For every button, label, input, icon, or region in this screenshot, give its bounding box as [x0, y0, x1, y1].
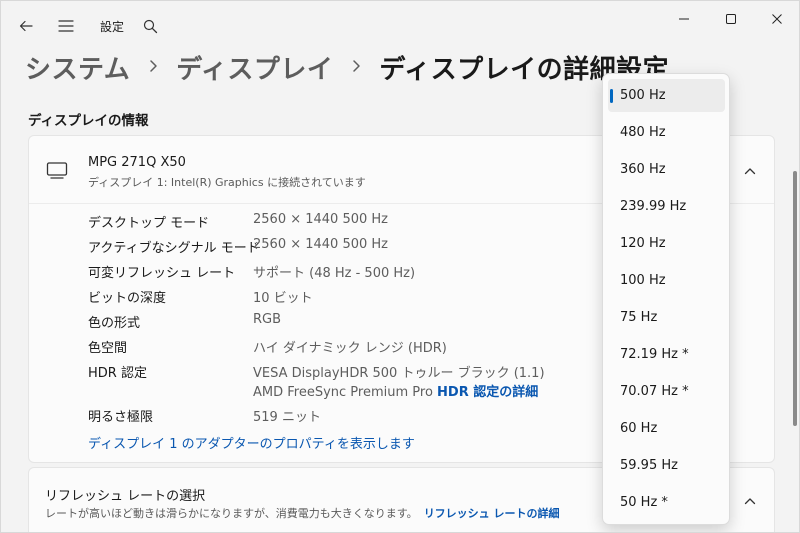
option-label: 59.95 Hz: [620, 458, 678, 473]
property-label: ビットの深度: [88, 291, 167, 306]
option-label: 70.07 Hz *: [620, 384, 689, 399]
close-button[interactable]: [754, 5, 799, 33]
refresh-rate-option-500[interactable]: 500 Hz: [608, 79, 725, 112]
chevron-up-icon: [744, 168, 756, 175]
property-value: 519 ニット: [253, 410, 321, 425]
maximize-icon: [726, 14, 736, 24]
property-value: VESA DisplayHDR 500 トゥルー ブラック (1.1): [253, 366, 545, 381]
search-button[interactable]: [139, 13, 161, 39]
breadcrumb-display[interactable]: ディスプレイ: [176, 49, 333, 86]
property-value: ハイ ダイナミック レンジ (HDR): [253, 341, 447, 356]
refresh-rate-desc: レートが高いほど動きは滑らかになりますが、消費電力も大きくなります。 リフレッシュ…: [45, 505, 560, 521]
refresh-rate-option-120[interactable]: 120 Hz: [608, 227, 725, 260]
option-label: 360 Hz: [620, 162, 666, 177]
option-label: 72.19 Hz *: [620, 347, 689, 362]
refresh-collapse-button[interactable]: [739, 490, 761, 512]
chevron-up-icon: [744, 498, 756, 505]
scrollbar-thumb[interactable]: [793, 171, 797, 426]
chevron-right-icon: [130, 57, 176, 78]
navigation-menu-button[interactable]: [53, 13, 79, 39]
refresh-rate-option-75[interactable]: 75 Hz: [608, 301, 725, 334]
close-icon: [772, 14, 782, 24]
monitor-icon: [46, 162, 68, 179]
chevron-right-icon: [333, 57, 379, 78]
refresh-rate-option-100[interactable]: 100 Hz: [608, 264, 725, 297]
display-name: MPG 271Q X50: [88, 155, 186, 170]
option-label: 75 Hz: [620, 310, 658, 325]
refresh-rate-dropdown: 500 Hz 480 Hz 360 Hz 239.99 Hz 120 Hz 10…: [602, 73, 730, 525]
property-label: HDR 認定: [88, 366, 147, 381]
breadcrumb: システム ディスプレイ ディスプレイの詳細設定: [25, 47, 669, 87]
refresh-rate-desc-text: レートが高いほど動きは滑らかになりますが、消費電力も大きくなります。: [45, 507, 418, 520]
hdr-cert-details-link[interactable]: HDR 認定の詳細: [437, 385, 538, 400]
app-title: 設定: [100, 20, 125, 34]
refresh-rate-details-link[interactable]: リフレッシュ レートの詳細: [424, 507, 560, 520]
selection-indicator: [610, 89, 613, 103]
refresh-rate-option-59-95[interactable]: 59.95 Hz: [608, 449, 725, 482]
minimize-button[interactable]: [661, 5, 707, 33]
hdr-cert-line2: AMD FreeSync Premium Pro HDR 認定の詳細: [253, 381, 538, 400]
refresh-rate-option-239-99[interactable]: 239.99 Hz: [608, 190, 725, 223]
section-title: ディスプレイの情報: [28, 113, 149, 129]
refresh-rate-option-72-19[interactable]: 72.19 Hz *: [608, 338, 725, 371]
option-label: 480 Hz: [620, 125, 666, 140]
property-label: 可変リフレッシュ レート: [88, 266, 236, 281]
property-label: 色の形式: [88, 316, 141, 331]
collapse-button[interactable]: [739, 160, 761, 182]
property-value: 10 ビット: [253, 291, 313, 306]
refresh-rate-option-70-07[interactable]: 70.07 Hz *: [608, 375, 725, 408]
property-value: RGB: [253, 312, 282, 327]
property-value: サポート (48 Hz - 500 Hz): [253, 266, 416, 281]
back-arrow-icon: [19, 20, 33, 32]
refresh-rate-title: リフレッシュ レートの選択: [45, 489, 206, 504]
refresh-rate-option-360[interactable]: 360 Hz: [608, 153, 725, 186]
option-label: 500 Hz: [620, 88, 666, 103]
property-label: 明るさ極限: [88, 410, 154, 425]
breadcrumb-system[interactable]: システム: [25, 49, 130, 86]
refresh-rate-option-50[interactable]: 50 Hz *: [608, 486, 725, 519]
settings-window: 設定 システム ディスプレイ ディスプレイの詳細設定 ディスプレイの情報 MPG…: [0, 0, 800, 533]
minimize-icon: [679, 18, 689, 20]
title-bar: 設定: [1, 1, 799, 49]
refresh-rate-option-60[interactable]: 60 Hz: [608, 412, 725, 445]
property-value: 2560 × 1440 500 Hz: [253, 237, 389, 252]
property-label: デスクトップ モード: [88, 216, 210, 231]
adapter-properties-link[interactable]: ディスプレイ 1 のアダプターのプロパティを表示します: [88, 433, 415, 452]
hamburger-menu-icon: [58, 20, 74, 32]
search-icon: [143, 19, 157, 33]
property-value: AMD FreeSync Premium Pro: [253, 385, 433, 400]
option-label: 60 Hz: [620, 421, 658, 436]
option-label: 239.99 Hz: [620, 199, 687, 214]
maximize-button[interactable]: [708, 5, 754, 33]
display-connection: ディスプレイ 1: Intel(R) Graphics に接続されています: [88, 176, 366, 189]
option-label: 120 Hz: [620, 236, 666, 251]
property-label: アクティブなシグナル モード: [88, 241, 260, 256]
option-label: 100 Hz: [620, 273, 666, 288]
property-value: 2560 × 1440 500 Hz: [253, 212, 389, 227]
property-label: 色空間: [88, 341, 128, 356]
back-button[interactable]: [13, 13, 39, 39]
refresh-rate-option-480[interactable]: 480 Hz: [608, 116, 725, 149]
option-label: 50 Hz *: [620, 495, 668, 510]
